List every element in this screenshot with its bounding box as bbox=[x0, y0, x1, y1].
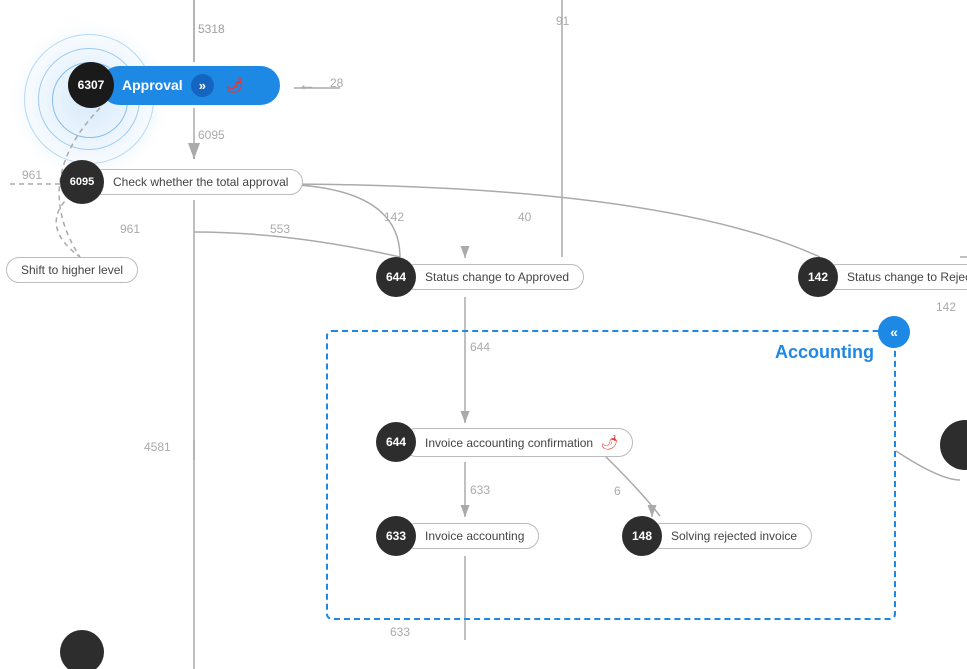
approval-label: Approval » 🌶 bbox=[100, 66, 280, 105]
approval-arrows: » bbox=[191, 74, 214, 97]
status-approved-label: Status change to Approved bbox=[402, 264, 584, 290]
el-91: 91 bbox=[556, 14, 569, 28]
status-approved-node[interactable]: 644 Status change to Approved bbox=[376, 257, 584, 297]
check-node[interactable]: 6095 Check whether the total approval bbox=[60, 160, 303, 204]
workflow-canvas: 5318 5318 28 6095 142 40 91 961 961 553 … bbox=[0, 0, 967, 669]
status-rejected-text: Status change to Rejected bbox=[847, 270, 967, 284]
approval-node[interactable]: 6307 Approval » 🌶 ← bbox=[68, 62, 280, 108]
el-633b: 633 bbox=[390, 625, 410, 639]
el-961b: 961 bbox=[120, 222, 140, 236]
collapse-button[interactable]: « bbox=[878, 316, 910, 348]
invoice-conf-label: Invoice accounting confirmation 🌶 bbox=[402, 428, 633, 457]
invoice-conf-chili: 🌶 bbox=[600, 434, 618, 450]
shift-higher-node[interactable]: Shift to higher level bbox=[6, 257, 138, 283]
el-5318: 5318 bbox=[198, 22, 225, 36]
invoice-conf-circle: 644 bbox=[376, 422, 416, 462]
approval-id: 6307 bbox=[78, 78, 105, 92]
approval-circle: 6307 bbox=[68, 62, 114, 108]
accounting-label: Accounting bbox=[775, 342, 874, 363]
el-142: 142 bbox=[384, 210, 404, 224]
status-rejected-node[interactable]: 142 Status change to Rejected bbox=[798, 257, 967, 297]
incoming-arrow: ← bbox=[298, 74, 316, 95]
right-edge-node bbox=[940, 420, 967, 470]
bottom-left-node bbox=[60, 630, 104, 669]
el-28: 28 bbox=[330, 76, 343, 90]
invoice-accounting-label: Invoice accounting bbox=[402, 523, 539, 549]
invoice-conf-text: Invoice accounting confirmation bbox=[425, 436, 593, 450]
solving-rejected-node[interactable]: 148 Solving rejected invoice bbox=[622, 516, 812, 556]
el-40: 40 bbox=[518, 210, 531, 224]
solving-rejected-text: Solving rejected invoice bbox=[671, 529, 797, 543]
solving-rejected-circle: 148 bbox=[622, 516, 662, 556]
el-4581: 4581 bbox=[144, 440, 171, 454]
status-rejected-circle: 142 bbox=[798, 257, 838, 297]
shift-higher-text: Shift to higher level bbox=[21, 263, 123, 277]
el-6095: 6095 bbox=[198, 128, 225, 142]
status-approved-text: Status change to Approved bbox=[425, 270, 569, 284]
invoice-accounting-circle: 633 bbox=[376, 516, 416, 556]
status-approved-circle: 644 bbox=[376, 257, 416, 297]
check-circle: 6095 bbox=[60, 160, 104, 204]
approval-text: Approval bbox=[122, 77, 183, 93]
shift-higher-label: Shift to higher level bbox=[6, 257, 138, 283]
accounting-dashed-box: Accounting « bbox=[326, 330, 896, 620]
check-label: Check whether the total approval bbox=[90, 169, 303, 195]
chili-icon: 🌶 bbox=[226, 77, 244, 94]
invoice-accounting-text: Invoice accounting bbox=[425, 529, 524, 543]
el-553: 553 bbox=[270, 222, 290, 236]
el-142b: 142 bbox=[936, 300, 956, 314]
invoice-conf-node[interactable]: 644 Invoice accounting confirmation 🌶 bbox=[376, 422, 633, 462]
check-text: Check whether the total approval bbox=[113, 175, 288, 189]
el-961a: 961 bbox=[22, 168, 42, 182]
solving-rejected-label: Solving rejected invoice bbox=[648, 523, 812, 549]
status-rejected-label: Status change to Rejected bbox=[824, 264, 967, 290]
edge-label-5318: 5318 bbox=[198, 22, 225, 36]
invoice-accounting-node[interactable]: 633 Invoice accounting bbox=[376, 516, 539, 556]
